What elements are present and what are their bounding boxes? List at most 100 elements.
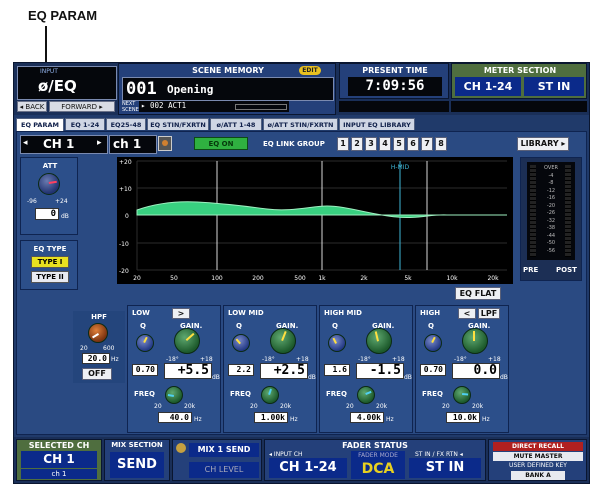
meter-bar-post [565, 165, 571, 257]
library-button[interactable]: LIBRARY ▸ [517, 137, 569, 151]
status-display [339, 101, 449, 112]
link-group-2[interactable]: 2 [351, 137, 363, 151]
gain-knob[interactable] [462, 328, 488, 354]
hpf-unit: Hz [111, 356, 119, 363]
att-value[interactable]: 0 [35, 208, 59, 220]
link-group-5[interactable]: 5 [393, 137, 405, 151]
meter-scale-mark: -12 [546, 187, 556, 194]
low-shelf-toggle[interactable]: > [172, 308, 190, 319]
selected-ch[interactable]: CH 1 [21, 451, 97, 468]
scene-number: 001 [126, 79, 157, 99]
meter-scale-mark: -44 [546, 232, 556, 239]
stin-button[interactable]: ST IN [409, 458, 481, 478]
present-time-section: PRESENT TIME 7:09:56 [339, 63, 449, 99]
q-value[interactable]: 0.70 [420, 364, 446, 376]
tab-input-eq-library[interactable]: INPUT EQ LIBRARY [339, 118, 415, 130]
next-scene-label: NEXT SCENE [122, 101, 139, 113]
channel-id-display[interactable]: ◂ CH 1 ▸ [20, 135, 108, 154]
link-group-3[interactable]: 3 [365, 137, 377, 151]
att-min-label: -96 [27, 198, 37, 205]
gain-knob[interactable] [270, 328, 296, 354]
freq-min-label: 20 [154, 403, 162, 410]
knob-pointer [462, 393, 469, 396]
graph-y-label: -20 [119, 268, 129, 275]
meter-scale-mark: -16 [546, 195, 556, 201]
link-group-6[interactable]: 6 [407, 137, 419, 151]
scene-display[interactable]: 001 Opening [122, 77, 334, 101]
knob-pointer [365, 390, 372, 395]
freq-knob[interactable] [453, 386, 471, 404]
hpf-freq-value[interactable]: 20.0 [82, 353, 110, 364]
att-knob[interactable] [38, 173, 60, 195]
eq-type-2-button[interactable]: TYPE II [31, 271, 69, 283]
graph-y-label: 0 [125, 213, 129, 220]
eq-on-button[interactable]: EQ ON [194, 137, 248, 150]
tab-att-stin-fxrtn[interactable]: ø/ATT STIN/FXRTN [263, 118, 338, 130]
hpf-min-label: 20 [80, 345, 88, 352]
link-group-7[interactable]: 7 [421, 137, 433, 151]
freq-value[interactable]: 10.0k [446, 412, 480, 423]
q-knob[interactable] [232, 334, 250, 352]
q-value[interactable]: 2.2 [228, 364, 254, 376]
eq-type-1-button[interactable]: TYPE I [31, 256, 69, 268]
meter-section: METER SECTION CH 1-24 ST IN [451, 63, 587, 99]
present-time: 7:09:56 [348, 77, 442, 96]
meter-pre-label: PRE [523, 266, 539, 274]
forward-button[interactable]: FORWARD ▸ [49, 101, 115, 112]
link-group-1[interactable]: 1 [337, 137, 349, 151]
link-group-4[interactable]: 4 [379, 137, 391, 151]
mix-send[interactable]: MIX 1 SEND [189, 443, 259, 457]
link-group-8[interactable]: 8 [435, 137, 447, 151]
gain-knob[interactable] [174, 328, 200, 354]
q-knob[interactable] [136, 334, 154, 352]
bank-button[interactable]: BANK A [511, 471, 565, 480]
q-value[interactable]: 1.6 [324, 364, 350, 376]
eq-type-panel: EQ TYPE TYPE I TYPE II [20, 240, 78, 290]
gain-value[interactable]: -1.5 [356, 363, 404, 379]
meter-post-label: POST [556, 266, 577, 274]
tab-eq-param[interactable]: EQ PARAM [16, 118, 64, 131]
back-button[interactable]: ◂ BACK [17, 101, 47, 112]
q-knob[interactable] [424, 334, 442, 352]
direct-recall-button[interactable]: DIRECT RECALL [493, 442, 583, 451]
freq-value[interactable]: 1.00k [254, 412, 288, 423]
tab-eq-stin-fxrtn[interactable]: EQ STIN/FXRTN [147, 118, 209, 130]
meter-bar-pre [530, 165, 536, 257]
meter-stin-button[interactable]: ST IN [524, 77, 584, 96]
level-meter: OVER -4 -8 -12 -16 -20 -26 -32 -38 -44 -… [520, 157, 582, 281]
q-knob[interactable] [328, 334, 346, 352]
high-shelf-toggle[interactable]: < [458, 308, 476, 319]
eq-type-label: EQ TYPE [33, 245, 67, 253]
meter-ch-button[interactable]: CH 1-24 [455, 77, 521, 96]
fader-mode-button[interactable]: FADER MODE DCA [351, 451, 405, 479]
gain-value[interactable]: +2.5 [260, 363, 308, 379]
freq-value[interactable]: 4.00k [350, 412, 384, 423]
tab-eq-1-24[interactable]: EQ 1-24 [65, 118, 105, 130]
freq-knob[interactable] [165, 386, 183, 404]
channel-name-display[interactable]: ch 1 [109, 135, 157, 154]
fader-status-section: FADER STATUS ◂ INPUT CH CH 1-24 FADER MO… [264, 439, 486, 481]
gain-unit: dB [500, 374, 508, 381]
tab-att-1-48[interactable]: ø/ATT 1-48 [210, 118, 262, 130]
send-button[interactable]: SEND [110, 452, 164, 478]
eq-flat-button[interactable]: EQ FLAT [455, 287, 501, 300]
input-ch-button[interactable]: CH 1-24 [269, 458, 347, 478]
graph-x-label: 20k [487, 275, 499, 282]
channel-prev-icon: ◂ [23, 138, 28, 148]
hpf-off-button[interactable]: OFF [82, 368, 112, 380]
mute-master-button[interactable]: MUTE MASTER [493, 452, 583, 461]
channel-library-icon[interactable] [158, 136, 172, 151]
gain-knob[interactable] [366, 328, 392, 354]
gain-value[interactable]: 0.0 [452, 363, 500, 379]
freq-knob[interactable] [261, 386, 279, 404]
hpf-max-label: 600 [103, 345, 115, 352]
gain-value[interactable]: +5.5 [164, 363, 212, 379]
freq-knob[interactable] [357, 386, 375, 404]
ch-level-button[interactable]: CH LEVEL [189, 462, 259, 478]
lpf-button[interactable]: LPF [478, 308, 500, 319]
tab-eq-25-48[interactable]: EQ25-48 [106, 118, 146, 130]
freq-value[interactable]: 40.0 [158, 412, 192, 423]
hpf-knob[interactable] [88, 323, 108, 343]
q-value[interactable]: 0.70 [132, 364, 158, 376]
graph-x-label: 10k [446, 275, 458, 282]
